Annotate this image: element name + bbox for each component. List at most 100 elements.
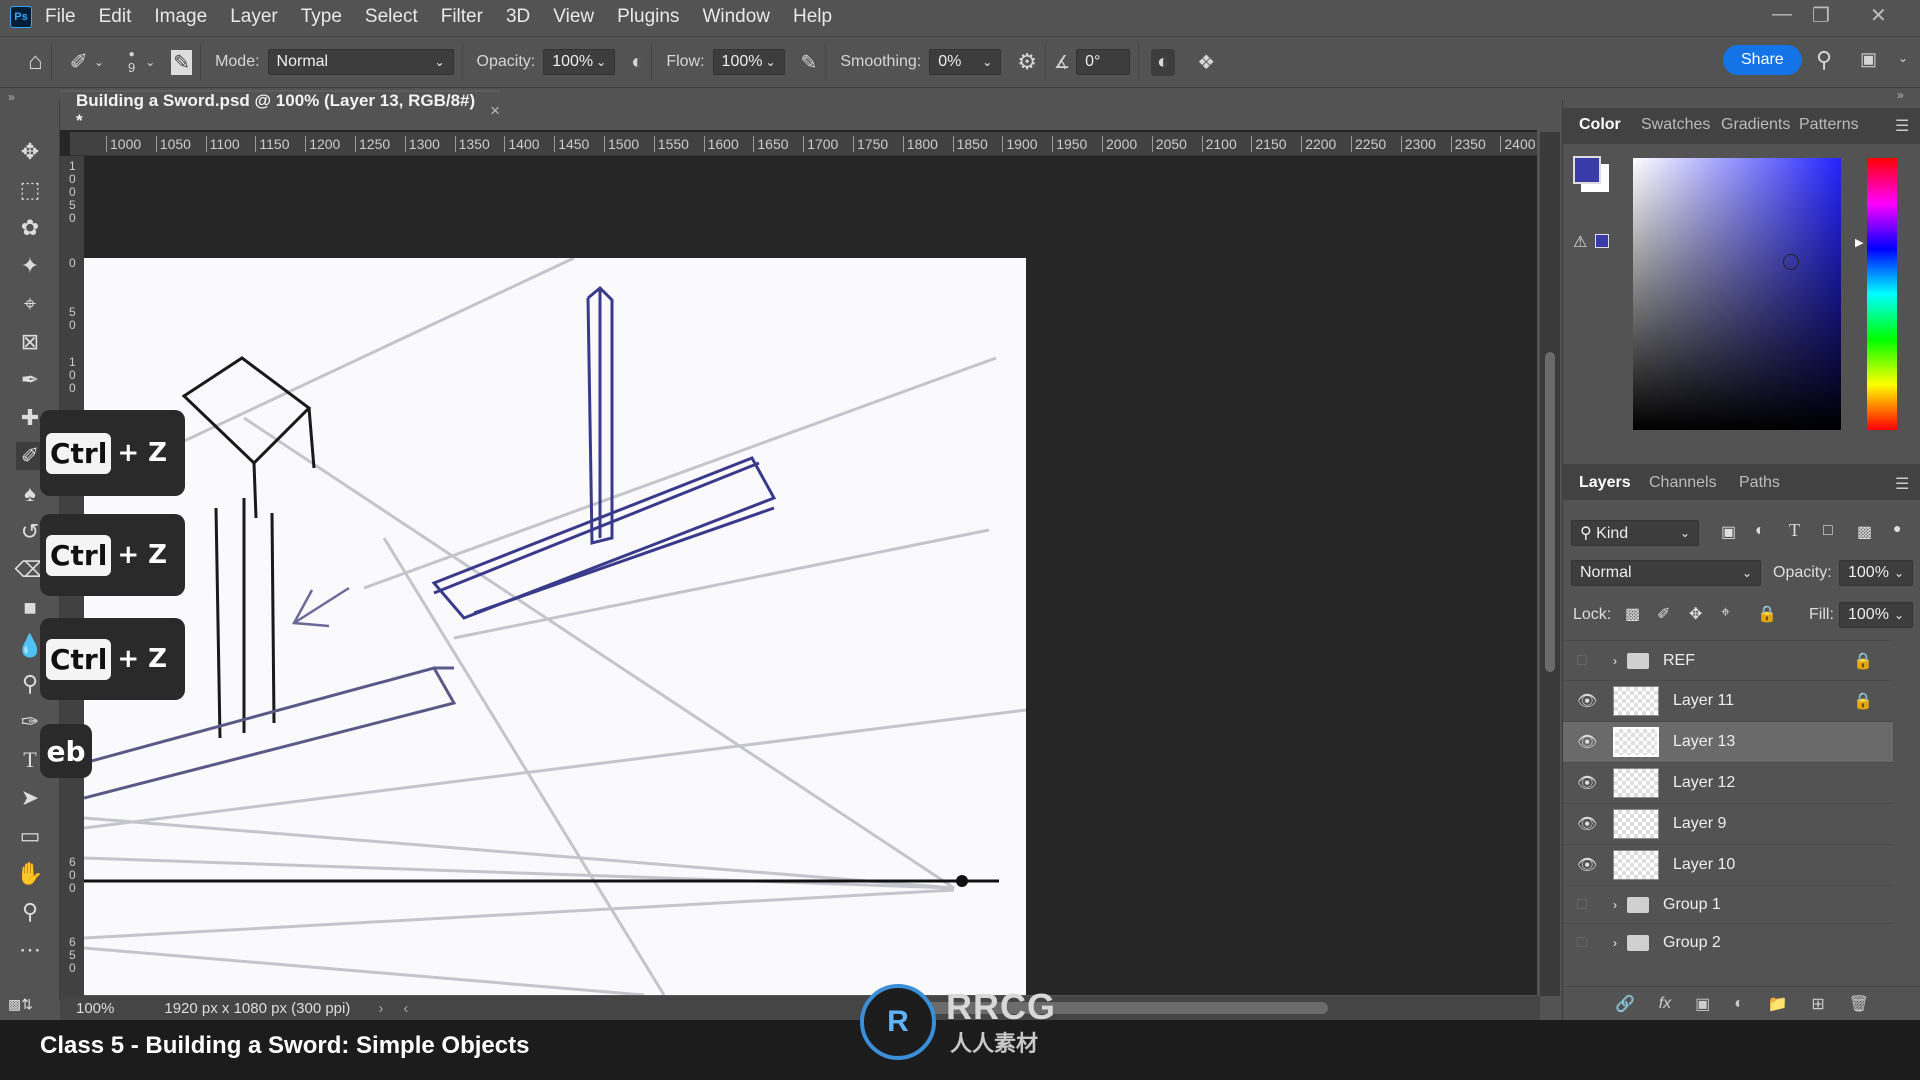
pressure-size-icon[interactable]: ◐ xyxy=(1151,48,1176,76)
filter-toggle-icon[interactable]: ● xyxy=(1893,520,1901,536)
chevron-down-icon[interactable]: ⌄ xyxy=(1898,51,1908,65)
visibility-toggle[interactable]: □ xyxy=(1577,652,1601,670)
layer-row-layer-13[interactable]: 👁 Layer 13 xyxy=(1563,721,1893,762)
blend-mode-select[interactable]: Normal ⌄ xyxy=(1571,560,1761,586)
home-icon[interactable]: ⌂ xyxy=(28,48,43,76)
close-tab-icon[interactable]: × xyxy=(490,101,500,121)
menu-filter[interactable]: Filter xyxy=(441,6,483,28)
search-icon[interactable]: ⚲ xyxy=(1816,47,1832,73)
rectangle-tool-icon[interactable]: ▭ xyxy=(16,822,44,850)
pressure-opacity-icon[interactable]: ◐ xyxy=(631,51,643,74)
layer-row-layer-12[interactable]: 👁 Layer 12 xyxy=(1563,762,1893,803)
lock-artboard-icon[interactable]: ⌖ xyxy=(1721,604,1730,622)
shape-filter-icon[interactable]: □ xyxy=(1823,522,1833,540)
menu-select[interactable]: Select xyxy=(365,6,418,28)
eye-icon[interactable]: 👁 xyxy=(1577,691,1601,711)
flow-field[interactable]: 100% ⌄ xyxy=(712,49,785,75)
hue-marker-icon[interactable]: ▶ xyxy=(1855,236,1863,249)
eye-icon[interactable]: 👁 xyxy=(1577,814,1601,834)
new-layer-icon[interactable]: ⊞ xyxy=(1811,994,1824,1014)
tab-channels[interactable]: Channels xyxy=(1649,474,1717,492)
expand-icon[interactable]: » xyxy=(8,90,15,104)
tab-paths[interactable]: Paths xyxy=(1739,474,1780,492)
fill-field[interactable]: 100% ⌄ xyxy=(1839,602,1913,628)
crop-tool-icon[interactable]: ⌖ xyxy=(16,290,44,318)
chevron-left-icon[interactable]: ‹ xyxy=(403,1000,408,1017)
eyedropper-icon[interactable]: ✒ xyxy=(16,366,44,394)
eye-icon[interactable]: 👁 xyxy=(1577,773,1601,793)
chevron-right-icon[interactable]: › xyxy=(1613,936,1617,950)
image-filter-icon[interactable]: ▣ xyxy=(1721,522,1736,542)
tab-color[interactable]: Color xyxy=(1579,116,1621,134)
vertical-scrollbar[interactable] xyxy=(1545,352,1555,672)
chevron-right-icon[interactable]: › xyxy=(378,1000,383,1017)
tab-patterns[interactable]: Patterns xyxy=(1799,116,1859,134)
smart-object-filter-icon[interactable]: ▩ xyxy=(1857,522,1872,542)
workspace-icon[interactable]: ▣ xyxy=(1860,49,1877,70)
lock-position-icon[interactable]: ✥ xyxy=(1689,604,1702,624)
gradient-tool-icon[interactable]: ■ xyxy=(16,594,44,622)
hand-tool-icon[interactable]: ✋ xyxy=(16,860,44,888)
type-filter-icon[interactable]: T xyxy=(1789,520,1800,541)
airbrush-icon[interactable]: ✎ xyxy=(801,50,818,75)
menu-edit[interactable]: Edit xyxy=(99,6,132,28)
warning-icon[interactable]: ⚠ xyxy=(1573,232,1587,252)
fx-icon[interactable]: fx xyxy=(1659,995,1671,1013)
adjustment-icon[interactable]: ◐ xyxy=(1734,995,1744,1013)
magic-wand-icon[interactable]: ✦ xyxy=(16,252,44,280)
tab-layers[interactable]: Layers xyxy=(1579,474,1631,492)
layer-opacity-field[interactable]: 100% ⌄ xyxy=(1839,560,1913,586)
brush-settings-icon[interactable]: ✎ xyxy=(171,49,193,75)
layer-row-ref[interactable]: □ › REF 🔒 xyxy=(1563,640,1893,681)
layer-row-layer-11[interactable]: 👁 Layer 11 🔒 xyxy=(1563,680,1893,721)
menu-3d[interactable]: 3D xyxy=(506,6,530,28)
brush-tool-icon[interactable]: ✐ xyxy=(70,49,88,75)
more-tools-icon[interactable]: ⋯ xyxy=(16,936,44,964)
lasso-tool-icon[interactable]: ✿ xyxy=(16,214,44,242)
layer-row-group-2[interactable]: □ › Group 2 xyxy=(1563,923,1893,961)
path-selection-icon[interactable]: ➤ xyxy=(16,784,44,812)
new-group-icon[interactable]: 📁 xyxy=(1768,994,1788,1014)
menu-layer[interactable]: Layer xyxy=(230,6,278,28)
foreground-swatch[interactable] xyxy=(1573,156,1601,184)
chevron-right-icon[interactable]: › xyxy=(1613,898,1617,912)
document-canvas[interactable] xyxy=(84,258,1026,995)
menu-view[interactable]: View xyxy=(553,6,594,28)
layer-row-layer-9[interactable]: 👁 Layer 9 xyxy=(1563,803,1893,844)
brush-size-picker[interactable]: ● 9 xyxy=(128,49,135,75)
angle-field[interactable]: 0° xyxy=(1076,49,1131,75)
layer-row-group-1[interactable]: □ › Group 1 xyxy=(1563,885,1893,923)
symmetry-icon[interactable]: ❖ xyxy=(1197,50,1215,75)
smoothing-field[interactable]: 0% ⌄ xyxy=(929,49,1002,75)
color-field[interactable] xyxy=(1633,158,1841,430)
chevron-down-icon[interactable]: ⌄ xyxy=(94,55,104,69)
opacity-field[interactable]: 100% ⌄ xyxy=(543,49,616,75)
menu-help[interactable]: Help xyxy=(793,6,832,28)
panel-menu-icon[interactable]: ☰ xyxy=(1895,116,1909,136)
lock-all-icon[interactable]: 🔒 xyxy=(1757,604,1777,624)
restore-icon[interactable]: ❐ xyxy=(1812,3,1830,28)
visibility-toggle[interactable]: □ xyxy=(1577,896,1601,914)
trash-icon[interactable]: 🗑 xyxy=(1849,994,1869,1014)
menu-plugins[interactable]: Plugins xyxy=(617,6,679,28)
color-swap-icon[interactable]: ▩⇅ xyxy=(8,996,33,1013)
chevron-down-icon[interactable]: ⌄ xyxy=(145,55,155,69)
adjustment-filter-icon[interactable]: ◐ xyxy=(1755,522,1765,540)
mode-select[interactable]: Normal ⌄ xyxy=(267,49,454,75)
link-icon[interactable]: 🔗 xyxy=(1615,994,1635,1014)
menu-image[interactable]: Image xyxy=(154,6,207,28)
minimize-icon[interactable]: — xyxy=(1772,3,1792,26)
tab-gradients[interactable]: Gradients xyxy=(1721,116,1790,134)
color-picker-circle[interactable] xyxy=(1783,254,1799,270)
layer-row-layer-10[interactable]: 👁 Layer 10 xyxy=(1563,844,1893,885)
move-tool-icon[interactable]: ✥ xyxy=(16,138,44,166)
zoom-tool-icon[interactable]: ⚲ xyxy=(16,898,44,926)
zoom-level[interactable]: 100% xyxy=(76,1000,114,1017)
lock-pixels-icon[interactable]: ✐ xyxy=(1657,604,1670,624)
close-window-icon[interactable]: ✕ xyxy=(1870,3,1887,28)
document-tab[interactable]: Building a Sword.psd @ 100% (Layer 13, R… xyxy=(60,90,500,130)
panel-menu-icon[interactable]: ☰ xyxy=(1895,474,1909,494)
mask-icon[interactable]: ▣ xyxy=(1695,994,1710,1014)
menu-type[interactable]: Type xyxy=(301,6,342,28)
eye-icon[interactable]: 👁 xyxy=(1577,855,1601,875)
